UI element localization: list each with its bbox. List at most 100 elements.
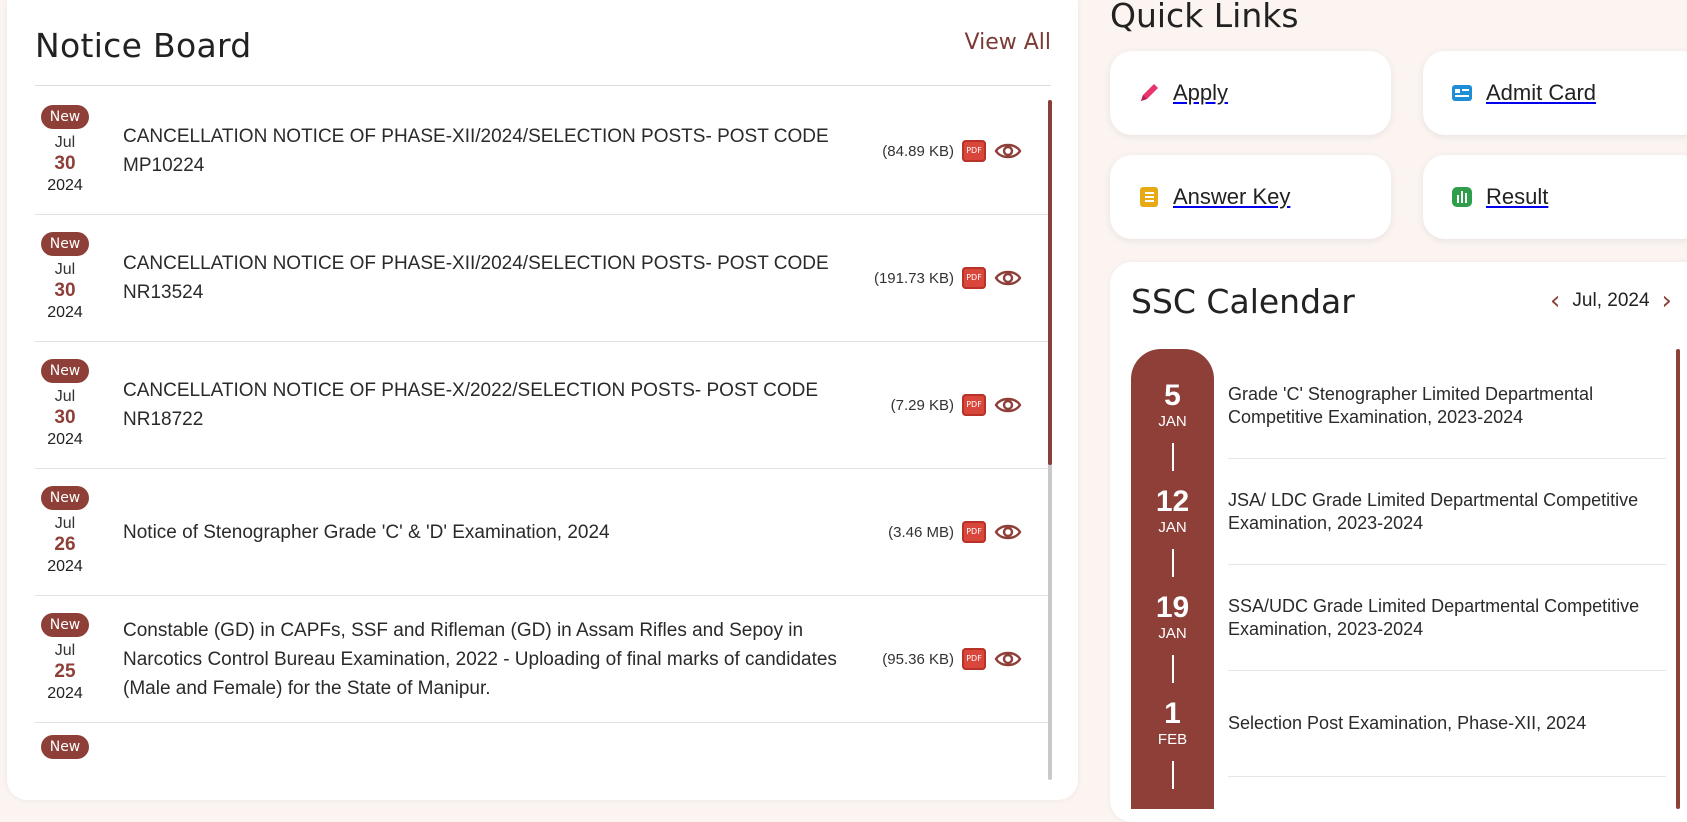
calendar-entry-text[interactable]: Selection Post Examination, Phase-XII, 2…: [1228, 712, 1658, 735]
notice-row[interactable]: New Jul 26 2024 Notice of Stenographer G…: [35, 469, 1048, 596]
eye-icon[interactable]: [994, 648, 1022, 670]
eye-icon[interactable]: [994, 140, 1022, 162]
notice-meta: (3.46 MB) PDF: [888, 521, 1022, 543]
pdf-icon[interactable]: PDF: [962, 648, 986, 670]
notice-meta: (84.89 KB) PDF: [882, 140, 1022, 162]
notice-title-link[interactable]: CANCELLATION NOTICE OF PHASE-X/2022/SELE…: [123, 376, 883, 434]
notice-month: Jul: [54, 261, 76, 278]
notice-day: 26: [54, 534, 76, 555]
new-badge: New: [40, 105, 90, 129]
notice-meta: (7.29 KB) PDF: [891, 394, 1022, 416]
calendar-date: 12 JAN: [1131, 485, 1214, 537]
chevron-left-icon[interactable]: ‹: [1550, 288, 1560, 314]
ssc-calendar-panel: SSC Calendar ‹ Jul, 2024 › 5 JAN Grade '…: [1110, 262, 1687, 822]
notice-day: 25: [54, 661, 76, 682]
new-badge: New: [40, 613, 90, 637]
quick-link-result[interactable]: Result: [1423, 155, 1687, 239]
calendar-entry-text[interactable]: JSA/ LDC Grade Limited Departmental Comp…: [1228, 489, 1658, 535]
quick-link-label: Answer Key: [1173, 184, 1291, 209]
notice-date: New Jul 30 2024: [35, 232, 95, 324]
notice-row[interactable]: New: [35, 723, 1048, 788]
id-card-icon: [1450, 81, 1474, 105]
notice-day: 30: [54, 280, 76, 301]
quick-link-apply[interactable]: Apply: [1110, 51, 1391, 135]
notice-board-panel: Notice Board View All New Jul 30 2024 CA…: [7, 0, 1078, 800]
notice-year: 2024: [47, 558, 83, 575]
notice-title-link[interactable]: CANCELLATION NOTICE OF PHASE-XII/2024/SE…: [123, 249, 883, 307]
notice-date: New Jul 30 2024: [35, 105, 95, 197]
eye-icon[interactable]: [994, 394, 1022, 416]
calendar-month: FEB: [1157, 731, 1188, 748]
file-size: (191.73 KB): [873, 269, 954, 287]
calendar-date: 5 JAN: [1131, 379, 1214, 431]
pdf-icon[interactable]: PDF: [962, 521, 986, 543]
file-size: (3.46 MB): [888, 523, 954, 541]
notice-date: New Jul 25 2024: [35, 613, 95, 705]
notice-scrollbar-thumb[interactable]: [1048, 100, 1052, 465]
calendar-entry[interactable]: 19 JAN SSA/UDC Grade Limited Departmenta…: [1131, 561, 1687, 683]
notice-month: Jul: [54, 134, 76, 151]
new-badge: New: [40, 735, 90, 759]
notice-year: 2024: [47, 431, 83, 448]
calendar-title: SSC Calendar: [1131, 282, 1355, 321]
pdf-icon[interactable]: PDF: [962, 267, 986, 289]
eye-icon[interactable]: [994, 267, 1022, 289]
notice-row[interactable]: New Jul 30 2024 CANCELLATION NOTICE OF P…: [35, 215, 1048, 342]
bar-chart-icon: [1450, 185, 1474, 209]
calendar-day: 19: [1155, 591, 1190, 624]
notice-row[interactable]: New Jul 25 2024 Constable (GD) in CAPFs,…: [35, 596, 1048, 723]
pdf-icon[interactable]: PDF: [962, 394, 986, 416]
header-divider: [35, 85, 1051, 86]
notice-date: New Jul 30 2024: [35, 359, 95, 451]
notice-date: New: [35, 735, 95, 763]
calendar-month: JAN: [1158, 413, 1187, 430]
calendar-date: 1 FEB: [1131, 697, 1214, 749]
quick-link-label: Result: [1486, 184, 1549, 209]
notice-month: Jul: [54, 515, 76, 532]
notice-meta: (95.36 KB) PDF: [882, 648, 1022, 670]
calendar-month-label: Jul, 2024: [1572, 290, 1650, 311]
view-all-link[interactable]: View All: [965, 30, 1051, 55]
calendar-entry-text[interactable]: SSA/UDC Grade Limited Departmental Compe…: [1228, 595, 1658, 641]
calendar-day: 12: [1155, 485, 1190, 518]
calendar-day: 1: [1164, 697, 1181, 730]
new-badge: New: [40, 359, 90, 383]
calendar-month: JAN: [1158, 519, 1187, 536]
calendar-entry[interactable]: 12 JAN JSA/ LDC Grade Limited Department…: [1131, 455, 1687, 577]
notice-year: 2024: [47, 177, 83, 194]
quick-link-answer-key[interactable]: Answer Key: [1110, 155, 1391, 239]
notice-title-link[interactable]: Constable (GD) in CAPFs, SSF and Riflema…: [123, 616, 883, 703]
eye-icon[interactable]: [994, 521, 1022, 543]
notebook-icon: [1137, 185, 1161, 209]
chevron-right-icon[interactable]: ›: [1662, 288, 1672, 314]
calendar-month: JAN: [1158, 625, 1187, 642]
notice-row[interactable]: New Jul 30 2024 CANCELLATION NOTICE OF P…: [35, 342, 1048, 469]
notice-year: 2024: [47, 304, 83, 321]
notice-date: New Jul 26 2024: [35, 486, 95, 578]
quick-links-title: Quick Links: [1110, 0, 1299, 35]
timeline-connector: [1172, 761, 1174, 789]
new-badge: New: [40, 232, 90, 256]
notice-title-link[interactable]: Notice of Stenographer Grade 'C' & 'D' E…: [123, 518, 883, 547]
quick-link-label: Apply: [1173, 80, 1229, 105]
notice-list[interactable]: New Jul 30 2024 CANCELLATION NOTICE OF P…: [35, 88, 1048, 788]
notice-meta: (191.73 KB) PDF: [874, 267, 1022, 289]
notice-title-link[interactable]: CANCELLATION NOTICE OF PHASE-XII/2024/SE…: [123, 122, 883, 180]
calendar-entry-text[interactable]: Grade 'C' Stenographer Limited Departmen…: [1228, 383, 1658, 429]
quick-link-admit-card[interactable]: Admit Card: [1423, 51, 1687, 135]
calendar-entry[interactable]: 5 JAN Grade 'C' Stenographer Limited Dep…: [1131, 349, 1687, 471]
calendar-entry[interactable]: 1 FEB Selection Post Examination, Phase-…: [1131, 667, 1687, 789]
new-badge: New: [40, 486, 90, 510]
calendar-date: 19 JAN: [1131, 591, 1214, 643]
notice-board-title: Notice Board: [35, 26, 252, 65]
notice-month: Jul: [54, 388, 76, 405]
notice-month: Jul: [54, 642, 76, 659]
notice-day: 30: [54, 407, 76, 428]
calendar-day: 5: [1164, 379, 1181, 412]
notice-row[interactable]: New Jul 30 2024 CANCELLATION NOTICE OF P…: [35, 88, 1048, 215]
pencil-icon: [1137, 81, 1161, 105]
calendar-divider: [1228, 776, 1666, 777]
pdf-icon[interactable]: PDF: [962, 140, 986, 162]
calendar-scrollbar[interactable]: [1676, 349, 1680, 809]
file-size: (7.29 KB): [890, 396, 954, 414]
